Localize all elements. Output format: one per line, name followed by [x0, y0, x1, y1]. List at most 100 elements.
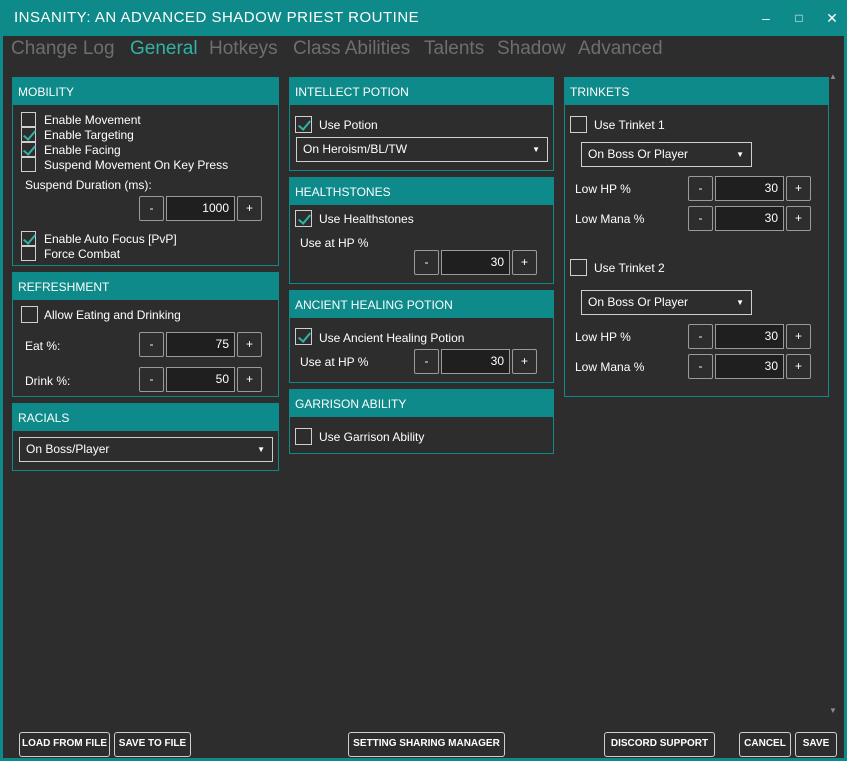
tab-talents[interactable]: Talents [424, 38, 484, 60]
racials-dropdown[interactable]: On Boss/Player ▼ [19, 437, 273, 462]
healthstones-plus-button[interactable]: + [512, 250, 537, 275]
trinket-2-low-mana-minus-button[interactable]: - [688, 354, 713, 379]
trinket-2-low-mana-input[interactable]: 30 [715, 354, 784, 379]
trinket-1-dropdown[interactable]: On Boss Or Player ▼ [581, 142, 752, 167]
refreshment-panel: REFRESHMENT Allow Eating and Drinking Ea… [12, 272, 279, 397]
use-potion-label: Use Potion [319, 118, 378, 132]
tab-advanced[interactable]: Advanced [578, 38, 663, 60]
ancient-healing-plus-button[interactable]: + [512, 349, 537, 374]
suspend-movement-label: Suspend Movement On Key Press [44, 158, 229, 172]
discord-support-button[interactable]: DISCORD SUPPORT [604, 732, 715, 757]
drink-label: Drink %: [25, 374, 71, 388]
use-healthstones-checkbox[interactable] [295, 210, 312, 227]
ancient-healing-minus-button[interactable]: - [414, 349, 439, 374]
trinket-2-low-hp-plus-button[interactable]: + [786, 324, 811, 349]
suspend-movement-checkbox[interactable] [21, 157, 36, 172]
trinket-1-low-hp-plus-button[interactable]: + [786, 176, 811, 201]
trinket-2-dropdown-value: On Boss Or Player [588, 295, 689, 309]
chevron-down-icon: ▼ [736, 298, 744, 307]
enable-targeting-label: Enable Targeting [44, 128, 134, 142]
racials-panel: RACIALS On Boss/Player ▼ [12, 403, 279, 471]
tab-shadow[interactable]: Shadow [497, 38, 566, 60]
healthstones-hp-label: Use at HP % [300, 236, 369, 250]
close-icon[interactable]: ✕ [821, 8, 843, 28]
ancient-healing-hp-label: Use at HP % [300, 355, 369, 369]
scroll-down-icon[interactable]: ▼ [828, 706, 838, 716]
trinket-2-low-hp-label: Low HP % [575, 330, 631, 344]
garrison-panel: GARRISON ABILITY Use Garrison Ability [289, 389, 554, 454]
trinket-1-dropdown-value: On Boss Or Player [588, 147, 689, 161]
allow-eating-label: Allow Eating and Drinking [44, 308, 181, 322]
trinket-2-low-mana-label: Low Mana % [575, 360, 645, 374]
garrison-header: GARRISON ABILITY [290, 390, 553, 417]
use-potion-checkbox[interactable] [295, 116, 312, 133]
allow-eating-checkbox[interactable] [21, 306, 38, 323]
drink-input[interactable]: 50 [166, 367, 235, 392]
intellect-potion-panel: INTELLECT POTION Use Potion On Heroism/B… [289, 77, 554, 171]
setting-sharing-manager-button[interactable]: SETTING SHARING MANAGER [348, 732, 505, 757]
minimize-icon[interactable]: – [755, 8, 777, 28]
trinket-2-low-hp-minus-button[interactable]: - [688, 324, 713, 349]
tab-general[interactable]: General [130, 38, 198, 60]
window-title: INSANITY: AN ADVANCED SHADOW PRIEST ROUT… [14, 9, 420, 26]
enable-movement-checkbox[interactable] [21, 112, 36, 127]
trinkets-panel: TRINKETS Use Trinket 1 On Boss Or Player… [564, 77, 829, 397]
title-bar[interactable]: INSANITY: AN ADVANCED SHADOW PRIEST ROUT… [3, 0, 847, 36]
intellect-potion-dropdown-value: On Heroism/BL/TW [303, 142, 408, 156]
trinket-2-low-hp-input[interactable]: 30 [715, 324, 784, 349]
load-from-file-button[interactable]: LOAD FROM FILE [19, 732, 110, 757]
tab-hotkeys[interactable]: Hotkeys [209, 38, 278, 60]
suspend-duration-input[interactable]: 1000 [166, 196, 235, 221]
use-trinket-1-checkbox[interactable] [570, 116, 587, 133]
suspend-duration-minus-button[interactable]: - [139, 196, 164, 221]
enable-movement-label: Enable Movement [44, 113, 141, 127]
tab-class-abilities[interactable]: Class Abilities [293, 38, 410, 60]
intellect-potion-dropdown[interactable]: On Heroism/BL/TW ▼ [296, 137, 548, 162]
ancient-healing-hp-input[interactable]: 30 [441, 349, 510, 374]
use-ancient-healing-label: Use Ancient Healing Potion [319, 331, 465, 345]
use-trinket-2-label: Use Trinket 2 [594, 261, 665, 275]
use-trinket-2-checkbox[interactable] [570, 259, 587, 276]
use-ancient-healing-checkbox[interactable] [295, 328, 312, 345]
use-trinket-1-label: Use Trinket 1 [594, 118, 665, 132]
trinket-1-low-mana-plus-button[interactable]: + [786, 206, 811, 231]
ancient-healing-header: ANCIENT HEALING POTION [290, 291, 553, 318]
suspend-duration-label: Suspend Duration (ms): [25, 178, 152, 192]
ancient-healing-panel: ANCIENT HEALING POTION Use Ancient Heali… [289, 290, 554, 383]
trinket-1-low-mana-label: Low Mana % [575, 212, 645, 226]
eat-input[interactable]: 75 [166, 332, 235, 357]
eat-minus-button[interactable]: - [139, 332, 164, 357]
enable-auto-focus-label: Enable Auto Focus [PvP] [44, 232, 177, 246]
eat-plus-button[interactable]: + [237, 332, 262, 357]
trinket-2-low-mana-plus-button[interactable]: + [786, 354, 811, 379]
mobility-panel: MOBILITY Enable Movement Enable Targetin… [12, 77, 279, 266]
refreshment-header: REFRESHMENT [13, 273, 278, 300]
trinket-1-low-hp-input[interactable]: 30 [715, 176, 784, 201]
drink-plus-button[interactable]: + [237, 367, 262, 392]
trinket-1-low-hp-minus-button[interactable]: - [688, 176, 713, 201]
drink-minus-button[interactable]: - [139, 367, 164, 392]
maximize-icon[interactable]: □ [788, 8, 810, 28]
settings-window: INSANITY: AN ADVANCED SHADOW PRIEST ROUT… [0, 0, 847, 761]
enable-targeting-checkbox[interactable] [21, 127, 36, 142]
use-garrison-checkbox[interactable] [295, 428, 312, 445]
healthstones-minus-button[interactable]: - [414, 250, 439, 275]
cancel-button[interactable]: CANCEL [739, 732, 791, 757]
trinket-1-low-mana-input[interactable]: 30 [715, 206, 784, 231]
tab-change-log[interactable]: Change Log [11, 38, 115, 60]
intellect-potion-header: INTELLECT POTION [290, 78, 553, 105]
suspend-duration-plus-button[interactable]: + [237, 196, 262, 221]
enable-facing-checkbox[interactable] [21, 142, 36, 157]
trinket-2-dropdown[interactable]: On Boss Or Player ▼ [581, 290, 752, 315]
force-combat-checkbox[interactable] [21, 246, 36, 261]
eat-label: Eat %: [25, 339, 61, 353]
scroll-up-icon[interactable]: ▲ [828, 72, 838, 82]
healthstones-hp-input[interactable]: 30 [441, 250, 510, 275]
trinket-1-low-mana-minus-button[interactable]: - [688, 206, 713, 231]
racials-dropdown-value: On Boss/Player [26, 442, 110, 456]
save-button[interactable]: SAVE [795, 732, 837, 757]
force-combat-label: Force Combat [44, 247, 121, 261]
save-to-file-button[interactable]: SAVE TO FILE [114, 732, 191, 757]
enable-auto-focus-checkbox[interactable] [21, 231, 36, 246]
trinkets-header: TRINKETS [565, 78, 828, 105]
